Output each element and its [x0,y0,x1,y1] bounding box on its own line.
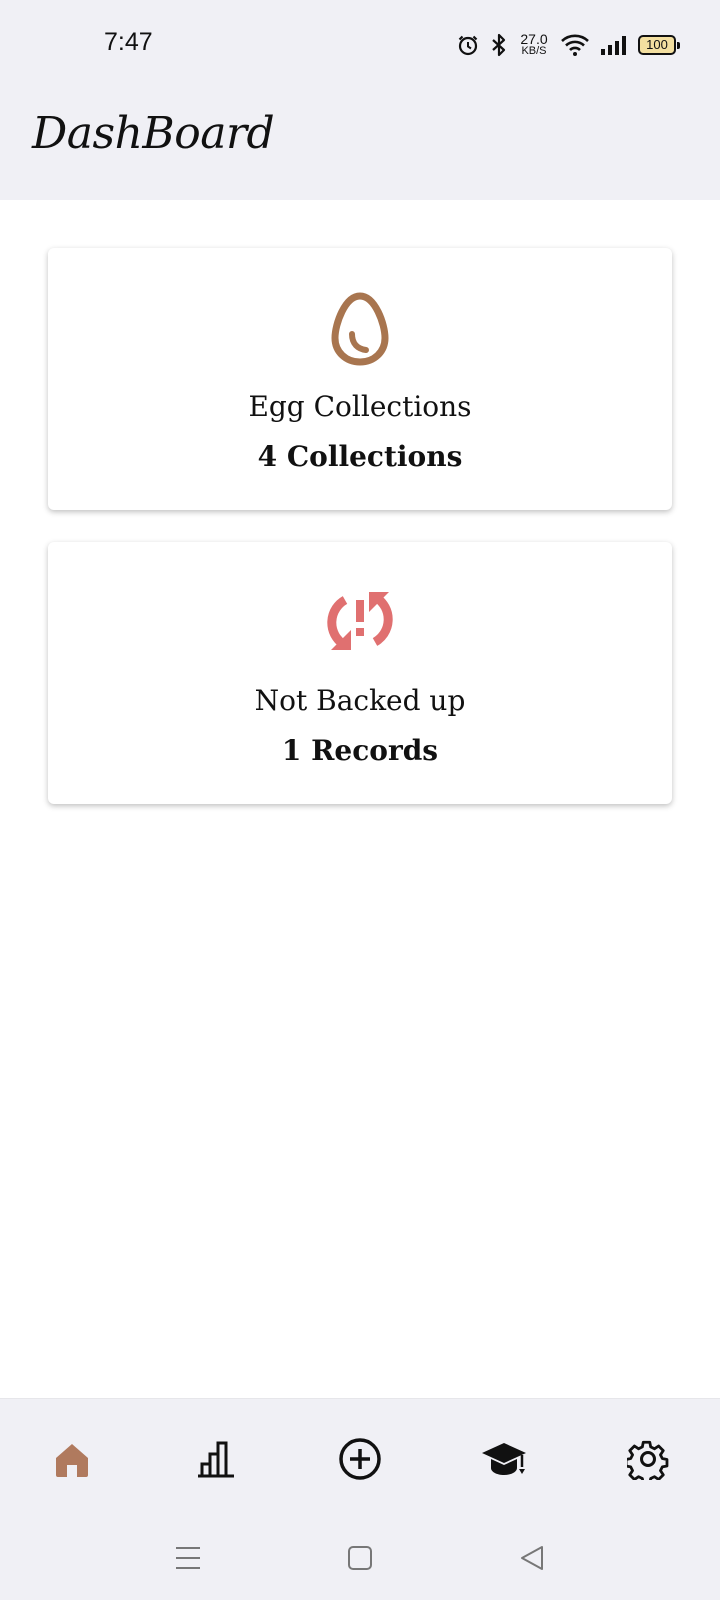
bluetooth-icon [490,33,508,57]
nav-settings[interactable] [624,1437,672,1485]
app-header: DashBoard [0,90,720,200]
bar-chart-icon [196,1439,236,1483]
menu-icon [174,1545,202,1575]
bottom-navigation [0,1398,720,1516]
settings-gear-icon [624,1438,669,1485]
signal-icon [600,34,628,56]
nav-learn[interactable] [480,1437,528,1485]
egg-icon [330,292,390,370]
nav-statistics[interactable] [192,1437,240,1485]
not-backed-up-card[interactable]: Not Backed up 1 Records [48,542,672,804]
graduation-cap-icon [480,1439,528,1483]
net-speed-value: 27.0 [520,31,548,47]
nav-home[interactable] [48,1437,96,1485]
page-title: DashBoard [32,108,275,159]
status-icons: 27.0 KB/S 100 [456,30,680,60]
nav-add[interactable] [336,1437,384,1485]
home-icon [52,1439,92,1483]
alarm-icon [456,33,480,57]
card-title: Egg Collections [248,390,472,423]
system-back-button[interactable] [516,1544,548,1576]
system-navigation [0,1516,720,1600]
status-bar: 7:47 27.0 KB/S 100 [0,0,720,90]
back-icon [519,1544,545,1576]
status-time: 7:47 [104,28,153,56]
net-speed: 27.0 KB/S [518,31,550,57]
card-value: 1 Records [281,734,439,767]
battery-icon: 100 [638,35,680,55]
net-speed-unit: KB/S [521,45,547,57]
card-title: Not Backed up [254,684,466,717]
add-circle-icon [338,1437,382,1485]
egg-collections-card[interactable]: Egg Collections 4 Collections [48,248,672,510]
system-menu-button[interactable] [172,1544,204,1576]
sync-alert-icon [323,586,397,660]
home-square-icon [347,1545,373,1575]
system-home-button[interactable] [344,1544,376,1576]
card-value: 4 Collections [257,440,463,473]
wifi-icon [560,33,590,57]
